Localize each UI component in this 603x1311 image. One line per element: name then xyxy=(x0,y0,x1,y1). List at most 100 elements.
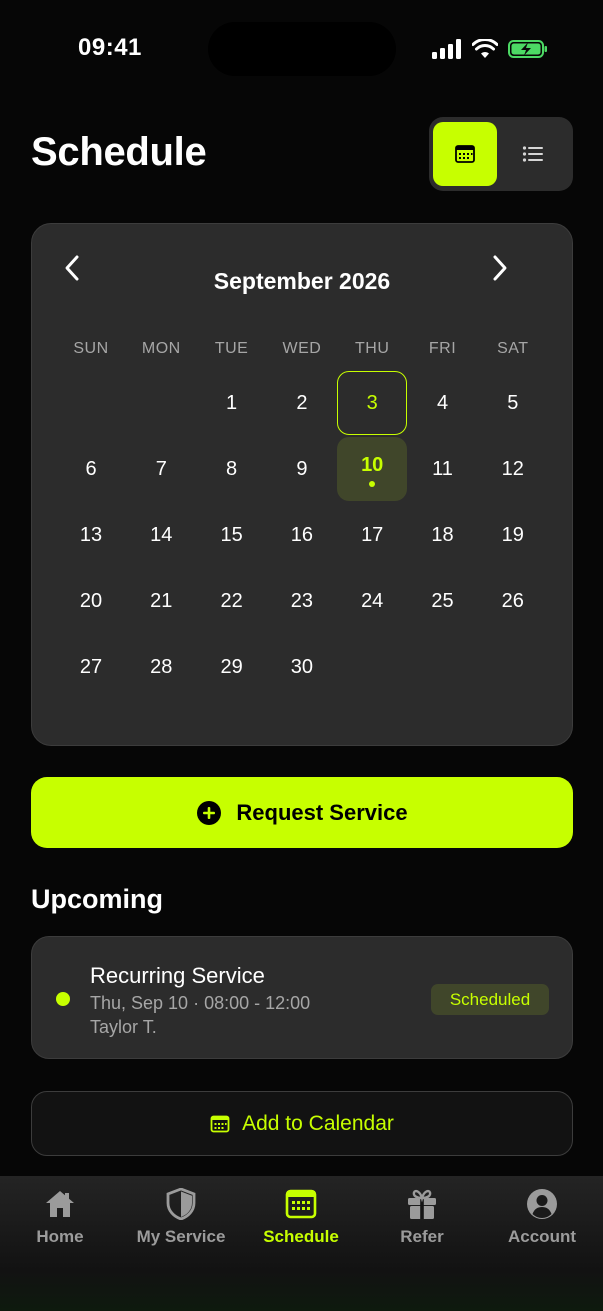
status-bar: 09:41 xyxy=(0,0,603,100)
calendar-day[interactable]: 15 xyxy=(197,503,267,567)
weekday-label: SAT xyxy=(497,340,529,357)
calendar-day[interactable]: 23 xyxy=(267,569,337,633)
event-indicator-dot xyxy=(369,481,376,487)
tab-label: Refer xyxy=(400,1227,444,1246)
day-number: 12 xyxy=(501,457,524,480)
calendar-day[interactable]: 24 xyxy=(337,569,407,633)
list-view-button[interactable] xyxy=(501,122,565,186)
day-number: 1 xyxy=(226,391,238,414)
day-number: 27 xyxy=(79,655,103,678)
calendar-day[interactable]: 25 xyxy=(408,569,478,633)
calendar-day[interactable]: 13 xyxy=(56,503,126,567)
view-toggle xyxy=(429,117,573,191)
add-to-calendar-button[interactable]: Add to Calendar xyxy=(31,1091,573,1156)
weekday-label: FRI xyxy=(428,340,457,357)
calendar-icon xyxy=(210,1115,230,1132)
calendar-day[interactable]: 17 xyxy=(337,503,407,567)
calendar-day[interactable]: 20 xyxy=(56,569,126,633)
status-time: 09:41 xyxy=(78,34,142,61)
day-number: 8 xyxy=(226,457,238,480)
day-number: 10 xyxy=(361,453,384,476)
calendar-day[interactable]: 30 xyxy=(267,635,337,699)
calendar-day[interactable]: 26 xyxy=(478,569,548,633)
user-icon xyxy=(527,1189,557,1219)
calendar-day[interactable]: 14 xyxy=(126,503,196,567)
weekday-label: MON xyxy=(141,340,181,357)
day-number: 26 xyxy=(501,589,524,612)
calendar-day[interactable]: 28 xyxy=(126,635,196,699)
calendar-day[interactable]: 5 xyxy=(478,371,548,435)
tab-label: My Service xyxy=(136,1227,226,1246)
calendar-day[interactable]: 1 xyxy=(197,371,267,435)
day-number: 17 xyxy=(361,523,384,546)
day-number: 3 xyxy=(366,391,378,414)
page-title: Schedule xyxy=(31,130,207,174)
gift-icon xyxy=(408,1189,436,1219)
calendar-day[interactable]: 18 xyxy=(408,503,478,567)
list-icon xyxy=(522,146,543,162)
tab-label: Home xyxy=(36,1227,84,1246)
day-number: 22 xyxy=(220,589,243,612)
tab-account[interactable]: Account xyxy=(482,1188,602,1258)
calendar-day[interactable]: 9 xyxy=(267,437,337,501)
event-card[interactable]: Recurring Service Thu, Sep 10 · 08:00 - … xyxy=(31,936,573,1059)
calendar-day[interactable]: 2 xyxy=(267,371,337,435)
day-number: 4 xyxy=(436,391,449,414)
day-number: 13 xyxy=(79,523,103,546)
calendar-day[interactable]: 7 xyxy=(126,437,196,501)
day-number: 28 xyxy=(150,655,173,678)
tab-label: Account xyxy=(508,1227,576,1246)
calendar-day[interactable]: 19 xyxy=(478,503,548,567)
home-icon xyxy=(46,1191,74,1217)
calendar-day[interactable]: 11 xyxy=(408,437,478,501)
calendar-day[interactable]: 22 xyxy=(197,569,267,633)
calendar-icon xyxy=(455,145,475,163)
tab-bar: Home My Service Schedule Refer Account xyxy=(0,1176,603,1311)
day-number: 7 xyxy=(155,457,167,480)
day-number: 25 xyxy=(431,589,454,612)
event-provider: Taylor T. xyxy=(90,1017,157,1037)
calendar-view-button[interactable] xyxy=(433,122,497,186)
calendar-day[interactable]: 27 xyxy=(56,635,126,699)
calendar-day[interactable]: 29 xyxy=(197,635,267,699)
upcoming-title: Upcoming xyxy=(31,884,163,914)
day-number: 23 xyxy=(290,589,314,612)
calendar-day-today[interactable]: 3 xyxy=(337,371,408,435)
day-number: 11 xyxy=(432,457,453,480)
calendar-day[interactable]: 12 xyxy=(478,437,548,501)
tab-refer[interactable]: Refer xyxy=(362,1188,482,1258)
cellular-signal-icon xyxy=(432,39,461,59)
calendar-day[interactable]: 6 xyxy=(56,437,126,501)
day-number: 2 xyxy=(296,391,308,414)
dynamic-island xyxy=(208,22,396,76)
calendar-day[interactable]: 4 xyxy=(408,371,478,435)
event-title: Recurring Service xyxy=(90,963,265,988)
status-icons xyxy=(432,36,548,62)
tab-my-service[interactable]: My Service xyxy=(121,1188,241,1258)
day-number: 9 xyxy=(296,457,308,480)
event-time: Thu, Sep 10 · 08:00 - 12:00 xyxy=(90,993,311,1013)
plus-circle-icon xyxy=(197,800,222,825)
wifi-icon xyxy=(472,39,498,58)
day-number: 24 xyxy=(361,589,384,612)
calendar-icon xyxy=(285,1189,317,1219)
tab-label: Schedule xyxy=(263,1227,339,1246)
calendar-day-selected[interactable]: 10 xyxy=(337,437,408,501)
day-number: 14 xyxy=(150,523,173,546)
tab-home[interactable]: Home xyxy=(0,1188,120,1258)
request-service-button[interactable]: Request Service xyxy=(31,777,573,848)
weekday-label: THU xyxy=(354,340,390,357)
tab-schedule[interactable]: Schedule xyxy=(241,1188,361,1258)
day-number: 19 xyxy=(501,523,524,546)
day-number: 18 xyxy=(431,523,454,546)
month-title: September 2026 xyxy=(213,268,391,294)
shield-icon xyxy=(166,1188,196,1220)
calendar-day[interactable]: 8 xyxy=(197,437,267,501)
day-number: 30 xyxy=(290,655,314,678)
weekday-label: WED xyxy=(282,340,322,357)
calendar-day[interactable]: 16 xyxy=(267,503,337,567)
calendar-day[interactable]: 21 xyxy=(126,569,196,633)
day-number: 20 xyxy=(79,589,103,612)
day-number: 16 xyxy=(290,523,314,546)
add-to-calendar-label: Add to Calendar xyxy=(242,1111,394,1135)
